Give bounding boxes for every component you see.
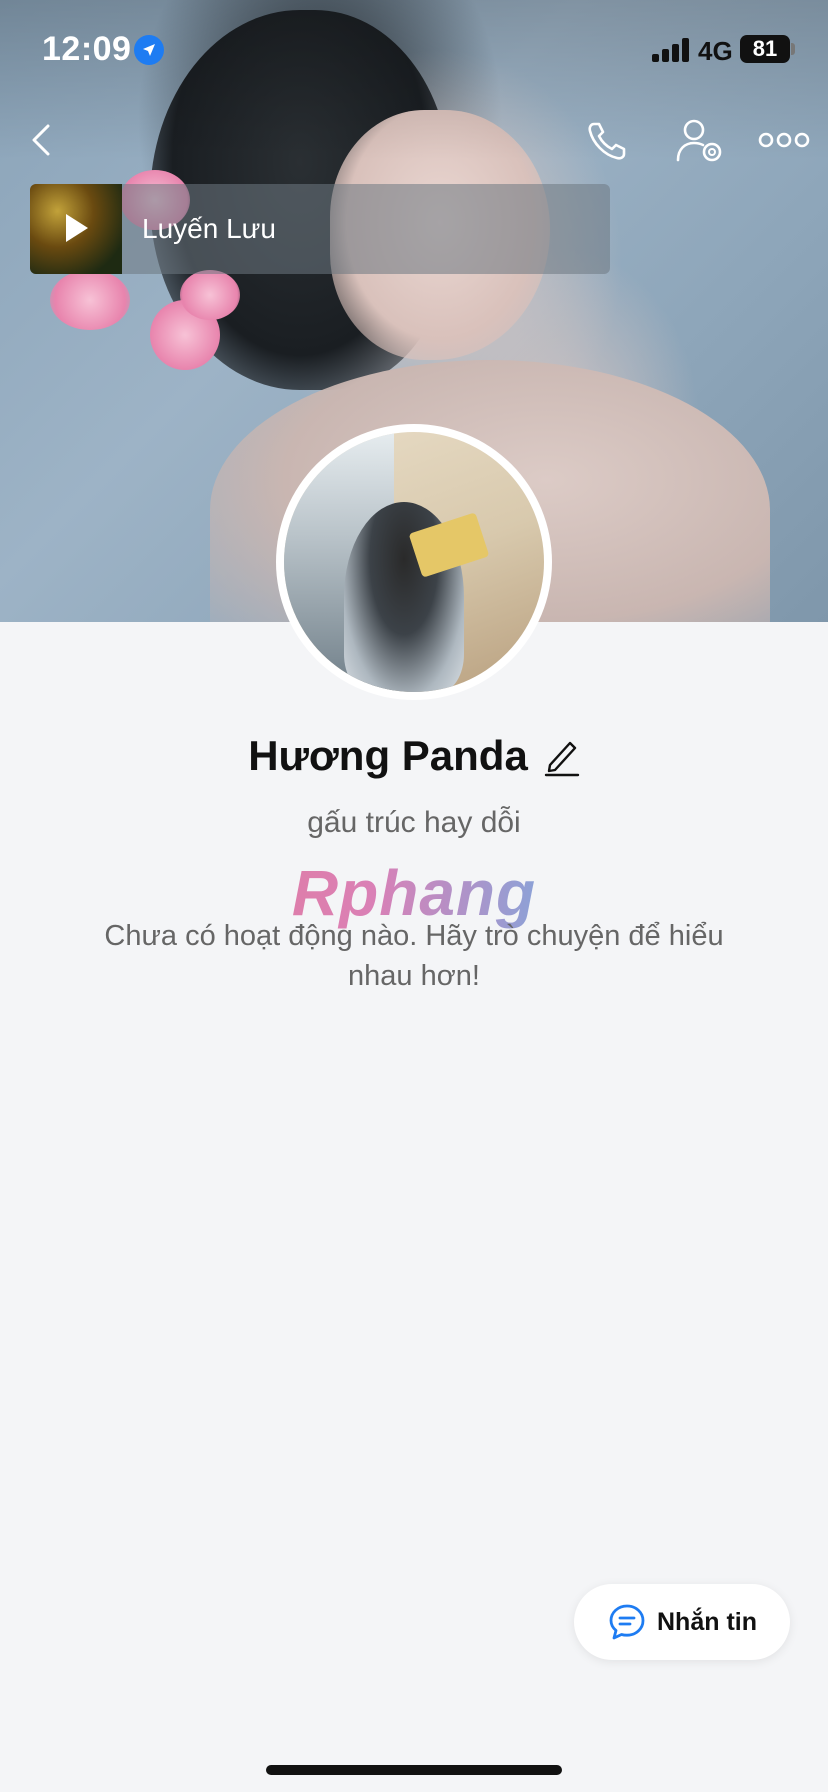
profile-name-row: Hương Panda <box>0 728 828 784</box>
call-button[interactable] <box>582 116 632 166</box>
send-message-button[interactable]: Nhắn tin <box>574 1584 790 1660</box>
profile-name: Hương Panda <box>248 732 528 779</box>
empty-activity-message: Chưa có hoạt động nào. Hãy trò chuyện để… <box>104 920 724 992</box>
profile-settings-button[interactable] <box>672 116 728 166</box>
more-horizontal-icon <box>758 132 810 148</box>
profile-bio: gấu trúc hay dỗi <box>307 806 521 839</box>
chevron-left-icon <box>32 124 50 156</box>
chat-bubble-icon <box>609 1604 645 1640</box>
music-title: Luyến Lưu <box>142 213 276 244</box>
music-thumbnail[interactable] <box>30 184 122 274</box>
phone-icon <box>588 122 626 160</box>
home-indicator[interactable] <box>266 1765 562 1775</box>
user-settings-icon <box>676 119 722 162</box>
send-message-label: Nhắn tin <box>657 1607 757 1636</box>
more-options-button[interactable] <box>758 122 810 158</box>
battery-level: 81 <box>740 35 790 63</box>
battery-icon <box>791 43 795 55</box>
network-type: 4G <box>698 36 733 66</box>
cover-flower <box>50 270 130 330</box>
status-time: 12:09 <box>42 30 132 68</box>
edit-pencil-icon[interactable] <box>544 735 580 777</box>
back-button[interactable] <box>22 118 62 162</box>
status-bar: 12:09 4G 81 <box>0 0 828 100</box>
profile-music-player[interactable]: Luyến Lưu <box>30 184 610 274</box>
cover-flower <box>180 270 240 320</box>
avatar-photo <box>284 432 544 692</box>
cellular-signal-icon <box>652 38 692 62</box>
play-icon <box>66 214 88 242</box>
location-arrow-icon <box>134 35 164 65</box>
avatar[interactable] <box>276 424 552 700</box>
